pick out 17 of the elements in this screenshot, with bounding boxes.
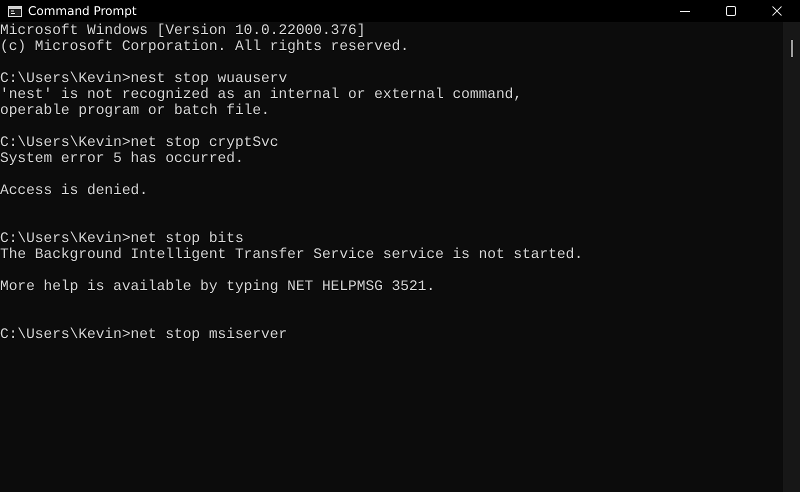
console-line: 'nest' is not recognized as an internal or external command, [0, 87, 524, 103]
console-line: More help is available by typing NET HELPMSG 3521. [0, 279, 436, 295]
console-line: C:\Users\Kevin>nest stop wuauserv [0, 71, 288, 87]
console-icon [8, 6, 22, 16]
console-line: Access is denied. [0, 183, 149, 199]
console-line: The Background Intelligent Transfer Service service is not started. [0, 247, 584, 263]
console-line: operable program or batch file. [0, 103, 271, 119]
console-line: Microsoft Windows [Version 10.0.22000.376] [0, 23, 366, 39]
close-icon [771, 5, 783, 17]
console-line: (c) Microsoft Corporation. All rights reserved. [0, 39, 410, 55]
console-line: C:\Users\Kevin>net stop bits [0, 231, 245, 247]
maximize-icon [725, 5, 737, 17]
console-line: System error 5 has occurred. [0, 151, 245, 167]
window-title: Command Prompt [28, 4, 137, 18]
console-line: C:\Users\Kevin>net stop msiserver [0, 327, 288, 343]
console-line: C:\Users\Kevin>net stop cryptSvc [0, 135, 280, 151]
scrollbar[interactable] [783, 22, 800, 492]
